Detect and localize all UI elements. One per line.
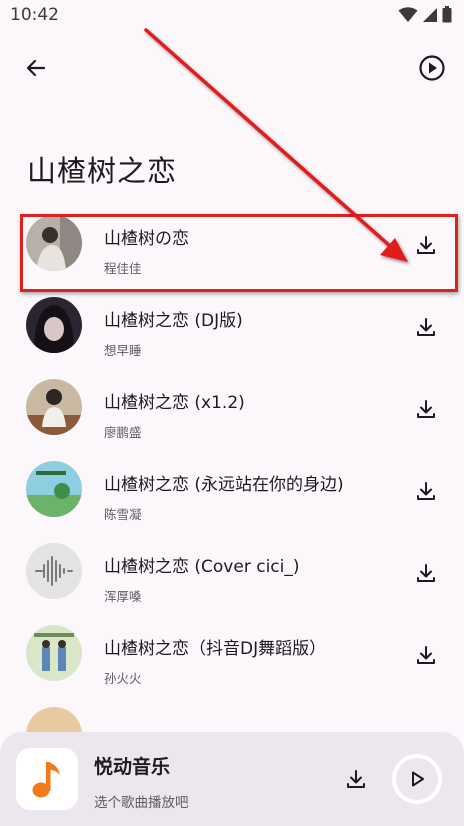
download-button[interactable]	[410, 639, 442, 671]
song-title: 山楂树の恋	[104, 229, 189, 249]
download-icon	[347, 770, 365, 788]
song-cover	[26, 379, 82, 435]
page-title: 山楂树之恋	[27, 154, 178, 188]
song-artist: 廖鹏盛	[104, 425, 142, 440]
song-artist: 孙火火	[104, 671, 142, 686]
music-note-icon	[32, 762, 60, 798]
song-row[interactable]: 山楂树之恋 (x1.2) 廖鹏盛	[0, 367, 464, 449]
download-icon	[417, 400, 435, 418]
song-row[interactable]: 山楂树之恋 (永远站在你的身边) 陈雪凝	[0, 449, 464, 531]
song-cover	[26, 625, 82, 681]
song-artist: 浑厚嗓	[104, 589, 142, 604]
song-row[interactable]: 山楂树之恋 (Cover cici_) 浑厚嗓	[0, 531, 464, 613]
play-icon	[412, 771, 424, 787]
song-cover	[26, 297, 82, 353]
status-time: 10:42	[10, 5, 59, 25]
play-circle-icon	[419, 55, 445, 81]
player-app-logo	[16, 748, 78, 810]
song-cover	[26, 543, 82, 599]
arrow-back-icon	[26, 59, 46, 77]
signal-icon	[423, 7, 437, 22]
download-icon	[417, 482, 435, 500]
download-icon	[417, 236, 435, 254]
download-icon	[417, 564, 435, 582]
song-row[interactable]: 山楂树之恋（抖音DJ舞蹈版） 孙火火	[0, 613, 464, 695]
download-button[interactable]	[410, 393, 442, 425]
song-title: 山楂树之恋 (Cover cici_)	[104, 557, 300, 577]
download-button[interactable]	[410, 557, 442, 589]
song-search-page: 10:42 山楂树之恋 山楂树の恋 程佳佳 山楂树之恋 (DJ版) 想早睡 山楂…	[0, 0, 464, 826]
song-artist: 陈雪凝	[104, 507, 142, 522]
song-artist: 想早睡	[104, 343, 142, 358]
download-button[interactable]	[410, 229, 442, 261]
download-button[interactable]	[410, 475, 442, 507]
battery-icon	[442, 6, 452, 23]
song-cover	[26, 461, 82, 517]
song-artist: 程佳佳	[104, 261, 142, 276]
song-title: 山楂树之恋（抖音DJ舞蹈版）	[104, 639, 327, 659]
player-subtitle: 选个歌曲播放吧	[94, 795, 189, 811]
wifi-icon	[398, 6, 418, 22]
song-title: 山楂树之恋 (DJ版)	[104, 311, 243, 331]
download-icon	[417, 646, 435, 664]
download-button[interactable]	[410, 311, 442, 343]
status-icons	[398, 6, 452, 23]
song-row[interactable]: 山楂树之恋 (DJ版) 想早睡	[0, 285, 464, 367]
back-button[interactable]	[18, 50, 54, 86]
download-icon	[417, 318, 435, 336]
player-title: 悦动音乐	[94, 756, 171, 778]
mini-player[interactable]: 悦动音乐 选个歌曲播放吧	[0, 732, 464, 826]
song-cover	[26, 215, 82, 271]
song-row[interactable]: 山楂树の恋 程佳佳	[0, 203, 464, 285]
play-all-button[interactable]	[414, 50, 450, 86]
status-bar: 10:42	[0, 0, 464, 34]
song-title: 山楂树之恋 (永远站在你的身边)	[104, 475, 344, 495]
player-download-button[interactable]	[340, 763, 372, 795]
song-title: 山楂树之恋 (x1.2)	[104, 393, 245, 413]
player-play-button[interactable]	[392, 754, 442, 804]
